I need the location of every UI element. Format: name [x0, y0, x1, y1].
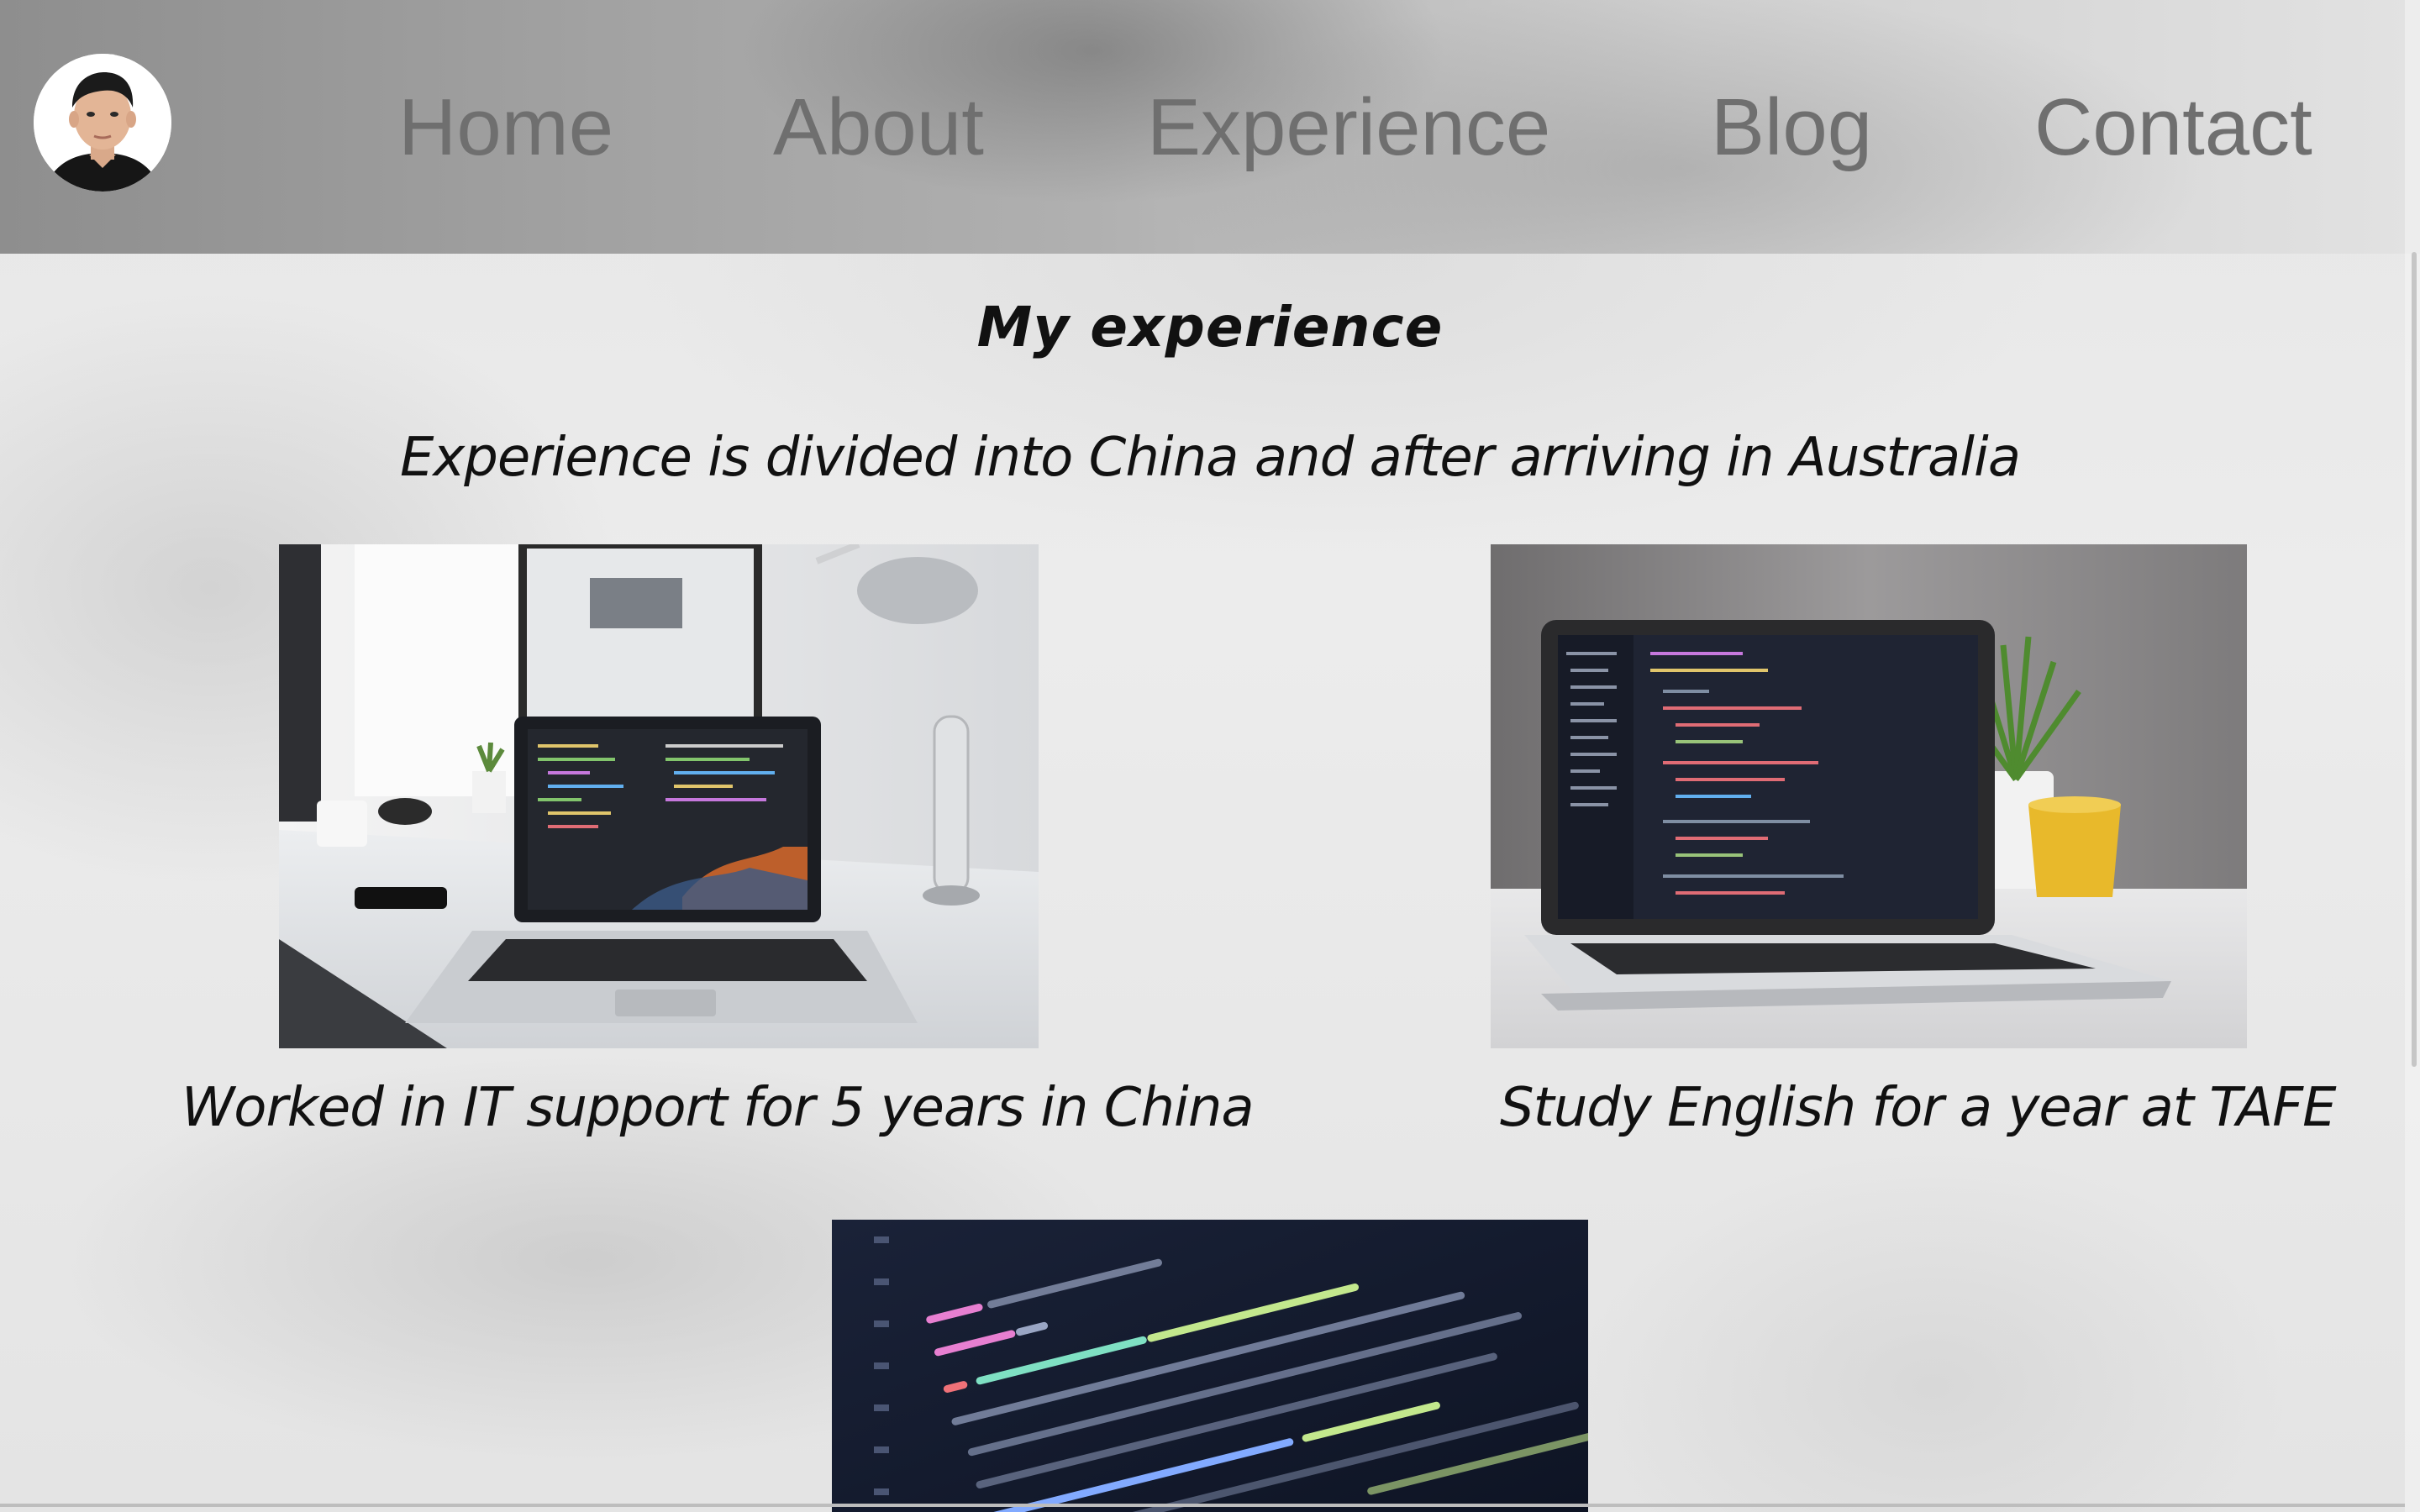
avatar[interactable] — [34, 54, 171, 192]
page-bottom-divider — [0, 1504, 2405, 1507]
experience-caption-china: Worked in IT support for 5 years in Chin… — [182, 1077, 1255, 1139]
experience-card-image-code — [832, 1220, 1588, 1512]
nav-contact-link[interactable]: Contact — [2034, 77, 2312, 178]
nav-home-link[interactable]: Home — [398, 77, 613, 178]
nav-about-link[interactable]: About — [773, 77, 984, 178]
experience-card-image-china — [279, 544, 1039, 1048]
laptop-on-desk-photo — [279, 544, 1039, 1048]
nav-experience-link[interactable]: Experience — [1147, 77, 1550, 178]
laptop-with-code-photo — [1491, 544, 2247, 1048]
code-screen-photo — [832, 1220, 1588, 1512]
site-header: Home About Experience Blog Contact — [0, 0, 2420, 254]
scrollbar-thumb[interactable] — [2412, 252, 2417, 1067]
page-title: My experience — [976, 295, 1444, 360]
page-subtitle: Experience is divided into China and aft… — [399, 427, 2021, 489]
experience-caption-tafe: Study English for a year at TAFE — [1500, 1077, 2336, 1139]
nav-blog-link[interactable]: Blog — [1711, 77, 1872, 178]
vertical-scrollbar[interactable] — [2405, 0, 2420, 1512]
profile-photo-icon — [34, 54, 171, 192]
experience-card-image-tafe — [1491, 544, 2247, 1048]
